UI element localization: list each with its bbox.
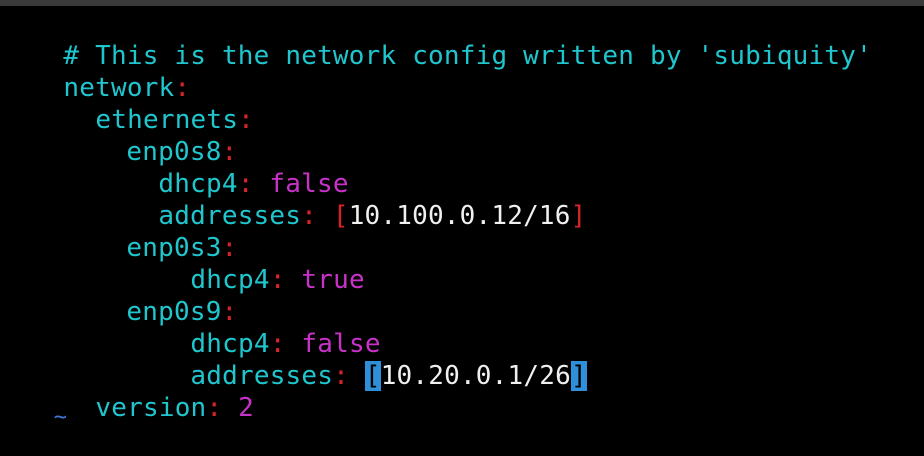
dhcp4-value: true bbox=[301, 265, 365, 295]
colon: : bbox=[333, 361, 349, 391]
open-bracket-cursor[interactable]: [ bbox=[364, 361, 381, 391]
empty-line-tilde: ~ bbox=[0, 388, 67, 429]
addresses-line: addresses: [10.100.0.12/16] bbox=[95, 168, 587, 231]
dhcp4-line: dhcp4: false bbox=[95, 136, 349, 199]
address-value: 10.100.0.12/16 bbox=[348, 201, 571, 231]
interface-name-line: enp0s8: bbox=[63, 104, 237, 167]
terminal-editor[interactable]: # This is the network config written by … bbox=[0, 6, 924, 429]
matching-close-bracket: ] bbox=[570, 361, 587, 391]
tilde-marker: ~ bbox=[53, 405, 68, 430]
version-key: version bbox=[95, 393, 207, 423]
interface-name-line: enp0s9: bbox=[63, 264, 237, 327]
comment-line: # This is the network config written by … bbox=[0, 8, 872, 71]
colon: : bbox=[269, 265, 286, 295]
addresses-line: addresses: [10.20.0.1/26] bbox=[127, 328, 587, 391]
interface-name-line: enp0s3: bbox=[63, 200, 237, 263]
close-bracket: ] bbox=[570, 201, 587, 231]
network-key-line: network: bbox=[0, 40, 190, 103]
colon: : bbox=[206, 393, 223, 423]
colon: : bbox=[301, 201, 317, 231]
colon: : bbox=[238, 105, 254, 135]
ethernets-key-line: ethernets: bbox=[32, 72, 254, 135]
open-bracket: [ bbox=[332, 201, 349, 231]
version-value: 2 bbox=[238, 393, 254, 423]
dhcp4-line: dhcp4: true bbox=[127, 232, 365, 295]
dhcp4-line: dhcp4: false bbox=[127, 296, 381, 359]
address-value: 10.20.0.1/26 bbox=[380, 361, 571, 391]
